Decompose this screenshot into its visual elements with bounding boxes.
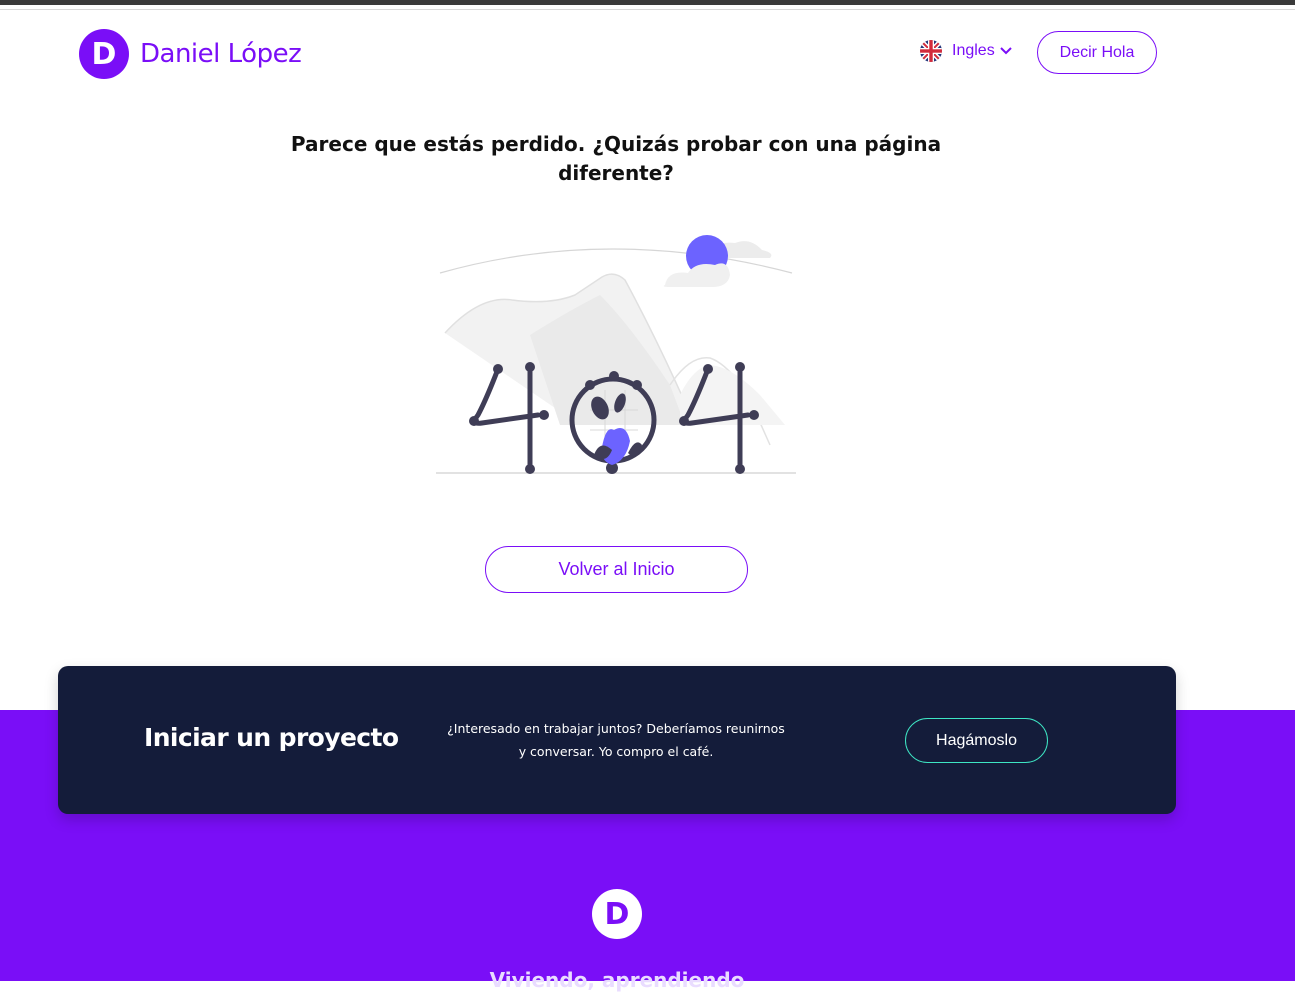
chevron-down-icon xyxy=(999,47,1012,55)
back-home-button[interactable]: Volver al Inicio xyxy=(485,546,748,593)
page-title: Parece que estás perdido. ¿Quizás probar… xyxy=(290,132,942,185)
lets-do-it-button[interactable]: Hagámoslo xyxy=(905,718,1048,763)
start-project-card: Iniciar un proyecto ¿Interesado en traba… xyxy=(58,666,1176,814)
404-illustration xyxy=(436,235,796,474)
logo-mark: D xyxy=(79,29,129,79)
cta-title: Iniciar un proyecto xyxy=(144,723,399,752)
cta-description: ¿Interesado en trabajar juntos? Deberíam… xyxy=(447,721,785,759)
site-logo[interactable]: D Daniel López xyxy=(79,29,302,79)
uk-flag-icon xyxy=(920,40,942,62)
language-selector[interactable]: Ingles xyxy=(920,40,1013,62)
say-hello-button[interactable]: Decir Hola xyxy=(1037,31,1157,74)
language-label: Ingles xyxy=(952,42,995,59)
footer-tagline: Viviendo, aprendiendo xyxy=(489,968,745,992)
site-header: D Daniel López Ingles Decir Hola xyxy=(0,10,1295,95)
footer-logo[interactable]: D xyxy=(592,889,642,939)
logo-name: Daniel López xyxy=(140,39,302,69)
browser-top-border xyxy=(0,0,1295,5)
